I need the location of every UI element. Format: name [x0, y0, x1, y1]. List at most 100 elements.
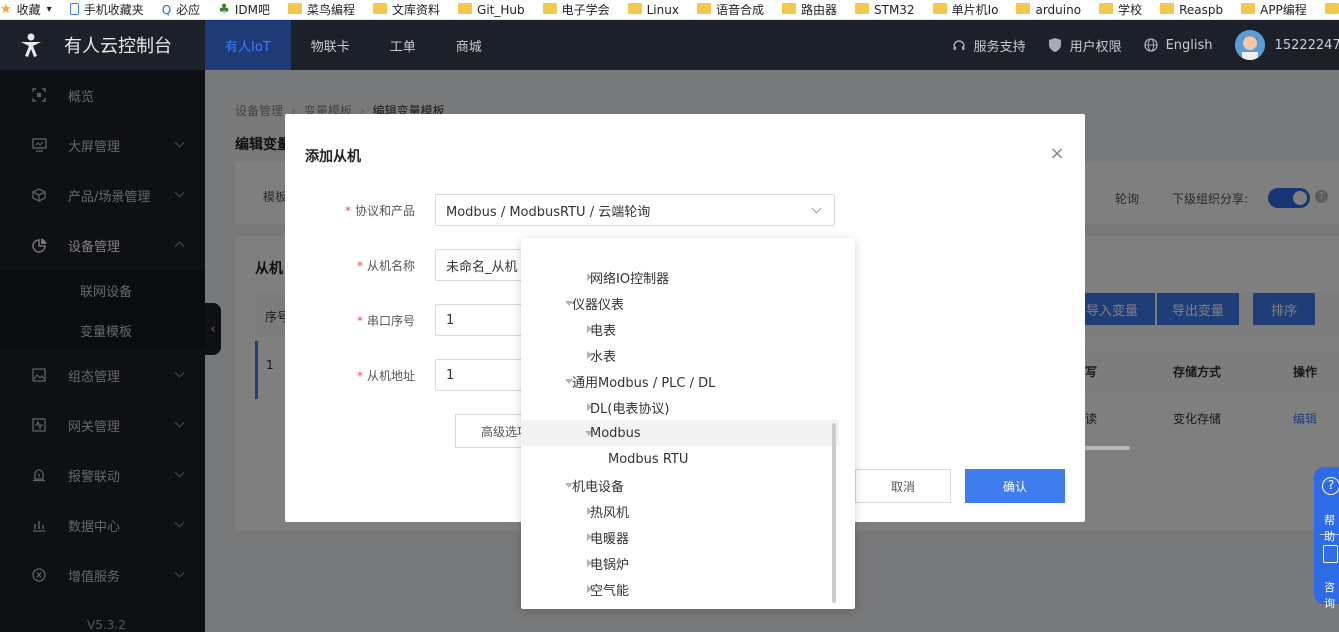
help-icon: ?	[1322, 477, 1339, 495]
folder-icon	[781, 3, 796, 14]
serial-port-label: 串口序号	[366, 313, 415, 328]
caret-down-icon[interactable]: ▾	[47, 4, 52, 15]
tab-iot[interactable]: 有人IoT	[205, 20, 291, 70]
bookmark-item[interactable]: Linux	[627, 3, 679, 17]
dropdown-scrollbar[interactable]	[832, 423, 836, 603]
shield-icon	[1048, 38, 1062, 52]
bookmark-item[interactable]: APP编程	[1241, 1, 1307, 18]
bookmark-item[interactable]: ♣ IDM吧	[218, 1, 270, 18]
tree-node[interactable]: 通用Modbus / PLC / DL	[521, 368, 839, 394]
serial-port-value: 1	[446, 312, 455, 328]
bookmark-label: 手机收藏夹	[83, 3, 144, 17]
star-icon: ★	[0, 2, 12, 17]
tree-node[interactable]: 电表	[521, 316, 839, 342]
bookmark-label: 电子学会	[561, 3, 610, 17]
protocol-tree-dropdown: 空气能 电锅炉 电暖器 热风机 机电设备 Modbus RTU Modbus DL(电表协议)…	[521, 238, 855, 609]
tree-icon: ♣	[218, 2, 230, 17]
tree-node[interactable]: 电锅炉	[521, 550, 839, 576]
field-label: * 从机地址	[285, 367, 435, 384]
bookmark-item[interactable]: 学校	[1099, 1, 1142, 18]
folder-icon	[542, 3, 557, 14]
logo-person-icon	[21, 33, 41, 57]
bookmark-item[interactable]: 语音合成	[696, 1, 764, 18]
folder-icon	[1241, 3, 1256, 14]
language-switch[interactable]: English	[1143, 37, 1213, 53]
folder-icon	[696, 3, 711, 14]
bookmark-item[interactable]: unbuntu	[1324, 3, 1339, 17]
folder-icon	[855, 3, 869, 14]
bookmark-item[interactable]: 单片机Io	[932, 1, 999, 18]
confirm-button[interactable]: 确认	[965, 469, 1065, 503]
slave-address-value: 1	[446, 367, 455, 383]
tree-node[interactable]: 机电设备	[521, 472, 839, 498]
tree-node-label: Modbus RTU	[608, 451, 689, 467]
bookmark-item[interactable]: Git_Hub	[458, 3, 525, 17]
required-mark: *	[356, 368, 363, 383]
cancel-button[interactable]: 取消	[855, 469, 951, 503]
bookmark-label: 收藏	[16, 3, 41, 17]
tree-node[interactable]: Modbus RTU	[521, 446, 839, 472]
tab-sim-card[interactable]: 物联卡	[291, 20, 370, 70]
tree-node[interactable]: 热风机	[521, 498, 839, 524]
close-icon[interactable]: ×	[1049, 145, 1065, 163]
permissions-link[interactable]: 用户权限	[1048, 36, 1122, 55]
headset-icon	[952, 38, 966, 52]
tab-store[interactable]: 商城	[436, 20, 502, 70]
tree-node-label: 机电设备	[572, 479, 625, 495]
tree-node[interactable]: 空气能	[521, 576, 839, 602]
bookmark-label: Reaspb	[1179, 2, 1224, 17]
tree-node[interactable]: 电暖器	[521, 524, 839, 550]
tab-ticket[interactable]: 工单	[370, 20, 436, 70]
protocol-product-select[interactable]: Modbus / ModbusRTU / 云端轮询	[435, 194, 835, 226]
slave-address-label: 从机地址	[366, 368, 415, 383]
bookmark-item[interactable]: arduino	[1016, 3, 1081, 17]
language-label: English	[1165, 37, 1213, 53]
bookmark-label: 文库资料	[392, 3, 441, 17]
chevron-down-icon	[811, 203, 822, 214]
bookmark-item[interactable]: Reaspb	[1160, 3, 1223, 17]
phone-icon	[69, 2, 79, 15]
bookmark-label: arduino	[1035, 2, 1082, 17]
bookmark-item[interactable]: 路由器	[781, 1, 837, 18]
bookmark-item[interactable]: 文库资料	[373, 1, 440, 18]
folder-icon	[458, 3, 473, 14]
folder-icon	[1324, 3, 1339, 14]
document-icon	[1323, 545, 1338, 563]
folder-icon	[373, 3, 387, 14]
field-label: * 串口序号	[285, 312, 435, 329]
tree-node[interactable]: 仪器仪表	[521, 290, 839, 316]
bookmark-label: IDM吧	[234, 3, 270, 17]
folder-icon	[627, 3, 642, 14]
bookmark-label: 单片机Io	[951, 3, 999, 17]
nav-tabs: 有人IoT 物联卡 工单 商城	[205, 20, 502, 70]
protocol-label: 协议和产品	[354, 203, 415, 218]
bookmark-item[interactable]: 手机收藏夹	[69, 1, 144, 18]
protocol-value: Modbus / ModbusRTU / 云端轮询	[446, 204, 651, 220]
folder-icon	[1160, 3, 1175, 14]
user-phone[interactable]: 152222477	[1275, 38, 1339, 53]
folder-icon	[287, 3, 302, 14]
bookmark-item[interactable]: ★ 收藏 ▾	[0, 1, 52, 18]
help-widget[interactable]: ? 帮助 咨询	[1314, 467, 1339, 610]
consult-label: 咨询	[1324, 581, 1335, 610]
tree-node-label: 仪器仪表	[572, 297, 625, 313]
folder-icon	[1099, 3, 1114, 14]
help-label: 帮助	[1324, 514, 1335, 543]
tree-node[interactable]: Modbus	[521, 420, 839, 446]
top-navbar: 有人云控制台 有人IoT 物联卡 工单 商城 服务支持 用户权限 English	[0, 20, 1339, 70]
tree-node-label: DL(电表协议)	[590, 401, 670, 417]
bookmark-label: 菜鸟编程	[306, 3, 355, 17]
bookmark-item[interactable]: Q 必应	[162, 1, 200, 18]
tree-node[interactable]: DL(电表协议)	[521, 394, 839, 420]
tree-node[interactable]: 网络IO控制器	[521, 264, 839, 290]
field-label: * 从机名称	[285, 257, 435, 274]
tree-node[interactable]: 水表	[521, 342, 839, 368]
bookmark-item[interactable]: 菜鸟编程	[287, 1, 355, 18]
bookmark-label: Git_Hub	[477, 2, 525, 17]
support-link[interactable]: 服务支持	[952, 36, 1026, 55]
bookmark-item[interactable]: STM32	[855, 3, 915, 17]
bookmark-item[interactable]: 电子学会	[542, 1, 610, 18]
required-mark: *	[356, 313, 363, 328]
avatar[interactable]	[1234, 30, 1265, 60]
app-logo[interactable]: 有人云控制台	[0, 20, 205, 70]
